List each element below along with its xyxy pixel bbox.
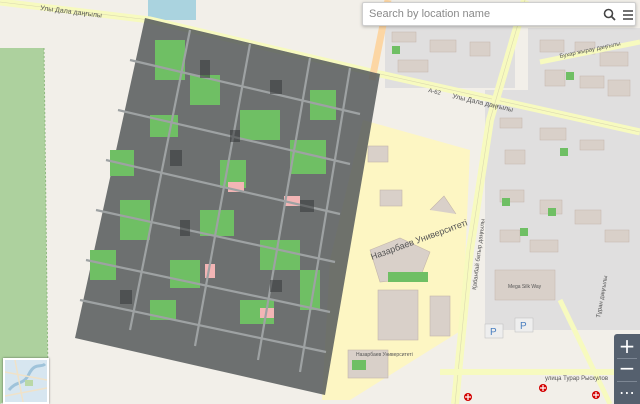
more-button[interactable]: ⋯ — [614, 381, 640, 404]
svg-text:P: P — [490, 327, 497, 338]
search-input[interactable] — [363, 3, 601, 25]
svg-text:P: P — [520, 321, 527, 332]
zoom-controls: + − ⋯ — [614, 334, 640, 404]
search-icon[interactable] — [601, 6, 619, 24]
water-area — [148, 0, 196, 20]
campus-name-label: Назарбаев Университеті — [356, 352, 413, 358]
menu-icon[interactable] — [619, 6, 637, 24]
mall-label: Mega Silk Way — [508, 284, 542, 290]
zoom-out-button[interactable]: − — [614, 358, 640, 381]
layer-switcher-thumbnail[interactable] — [3, 358, 49, 404]
map-canvas[interactable]: P P Улы Дала даңғылы Улы Дала даңғылы A-… — [0, 0, 640, 404]
zoom-in-button[interactable]: + — [614, 335, 640, 358]
park-area — [0, 48, 48, 404]
street-label-south: улица Турар Рыскулов — [545, 376, 608, 382]
search-bar — [362, 2, 636, 26]
